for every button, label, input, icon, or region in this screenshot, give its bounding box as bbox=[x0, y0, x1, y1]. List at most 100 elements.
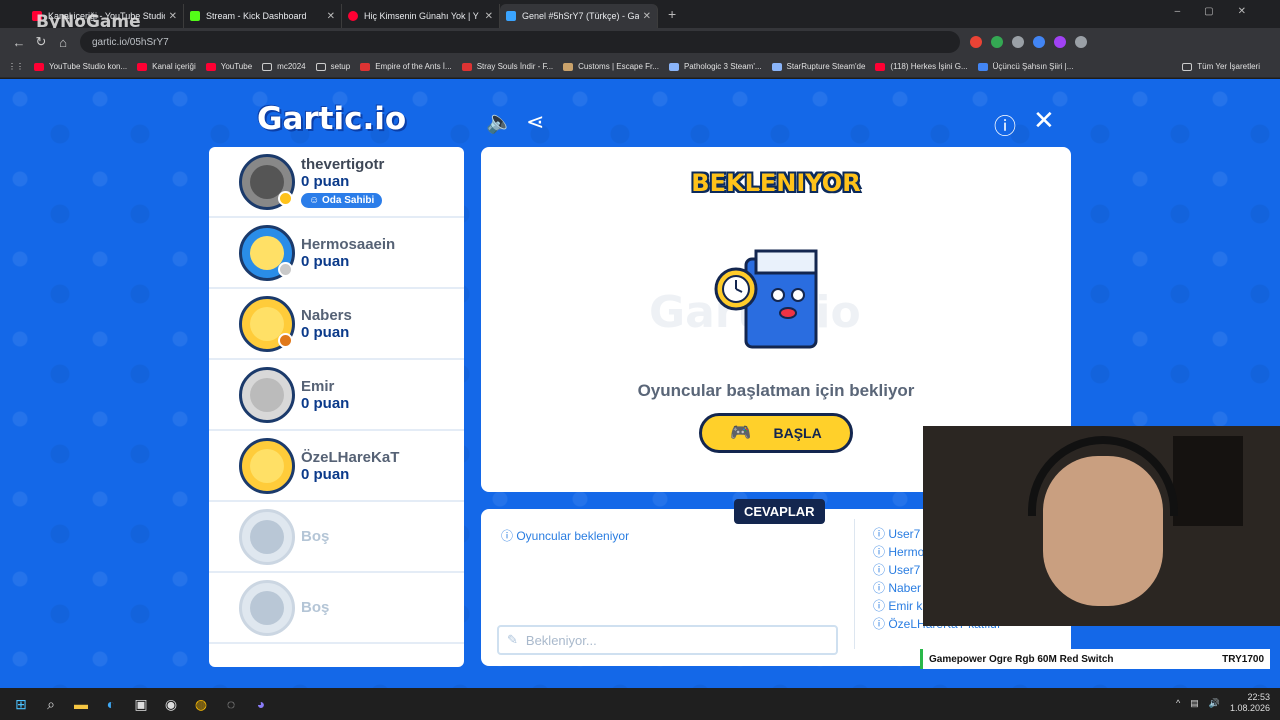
close-icon[interactable]: ✕ bbox=[327, 11, 335, 22]
donation-ticker: Gamepower Ogre Rgb 60M Red Switch TRY170… bbox=[920, 649, 1270, 669]
start-icon[interactable]: ⊞ bbox=[6, 688, 36, 720]
search-icon[interactable]: ⌕ bbox=[36, 688, 66, 720]
bookmark-label: Kanal içeriği bbox=[152, 62, 196, 71]
chevron-up-icon[interactable]: ^ bbox=[1176, 698, 1180, 708]
kick-icon bbox=[190, 11, 200, 21]
sound-icon[interactable]: 🔈 bbox=[486, 109, 513, 135]
player-list: thevertigotr 0 puan ☺ Oda Sahibi Hermosaae… bbox=[209, 147, 464, 667]
close-icon[interactable]: ✕ bbox=[1033, 105, 1055, 136]
bookmark-item[interactable]: Customs | Escape Fr... bbox=[563, 62, 659, 71]
chat-placeholder: Bekleniyor... bbox=[525, 632, 597, 648]
discord-icon[interactable]: ◕ bbox=[246, 688, 276, 720]
mascot-illustration bbox=[714, 249, 818, 349]
folder-icon[interactable]: ▬ bbox=[66, 688, 96, 720]
bookmark-item[interactable]: Stray Souls İndir - F... bbox=[461, 62, 554, 71]
close-icon[interactable]: ✕ bbox=[643, 11, 651, 22]
webcam-overlay bbox=[923, 426, 1280, 626]
extension-icon[interactable] bbox=[1012, 36, 1024, 48]
tab-title: Hiç Kimsenin Günahı Yok | Y bbox=[364, 11, 479, 21]
avatar bbox=[239, 224, 295, 281]
bookmark-folder[interactable]: setup bbox=[315, 62, 350, 71]
answer-text: Emir k bbox=[888, 599, 923, 613]
browser-tab-active[interactable]: Genel #5hSrY7 (Türkçe) - Gartic ✕ bbox=[500, 4, 658, 28]
url-input[interactable]: gartic.io/05hSrY7 bbox=[80, 31, 960, 53]
app-icon[interactable]: ◌ bbox=[216, 688, 246, 720]
player-points: 0 puan bbox=[301, 252, 350, 270]
player-row[interactable]: Emir 0 puan bbox=[209, 360, 464, 431]
bookmark-item[interactable]: YouTube Studio kon... bbox=[34, 62, 127, 71]
browser-tab-bar: Kanal içeriği - YouTube Studio ✕ Stream -… bbox=[0, 0, 1280, 28]
steam-icon[interactable]: ◉ bbox=[156, 688, 186, 720]
browser-tab[interactable]: Stream - Kick Dashboard ✕ bbox=[184, 4, 342, 28]
bookmark-label: YouTube Studio kon... bbox=[49, 62, 128, 71]
extension-icon[interactable] bbox=[991, 36, 1003, 48]
share-icon[interactable]: ⋖ bbox=[526, 109, 544, 135]
start-label: BAŞLA bbox=[773, 425, 822, 441]
player-row[interactable]: thevertigotr 0 puan ☺ Oda Sahibi bbox=[209, 147, 464, 218]
player-row[interactable]: ÖzeLHareKaT 0 puan bbox=[209, 431, 464, 502]
media-icon bbox=[348, 11, 358, 21]
bookmark-label: StarRupture Steam'de bbox=[786, 62, 866, 71]
player-points: 0 puan bbox=[301, 465, 350, 483]
avatar bbox=[239, 153, 295, 210]
avatar bbox=[239, 366, 295, 423]
bookmark-label: Empire of the Ants İ... bbox=[375, 62, 452, 71]
start-button[interactable]: 🎮 BAŞLA bbox=[699, 413, 853, 453]
info-icon[interactable]: ⓘ bbox=[994, 109, 1016, 141]
store-icon[interactable]: ▣ bbox=[126, 688, 156, 720]
status-title: BEKLENIYOR bbox=[691, 169, 861, 197]
player-points: 0 puan bbox=[301, 172, 350, 190]
back-icon[interactable]: ← bbox=[8, 35, 30, 50]
extension-icon[interactable] bbox=[970, 36, 982, 48]
ticker-price: TRY1700 bbox=[1222, 653, 1264, 665]
bookmarks-bar: ⋮⋮ YouTube Studio kon... Kanal içeriği Y… bbox=[0, 56, 1280, 78]
bookmark-item[interactable]: Empire of the Ants İ... bbox=[360, 62, 452, 71]
player-points: 0 puan bbox=[301, 323, 350, 341]
window-controls[interactable]: –▢✕ bbox=[1175, 6, 1270, 17]
avatar bbox=[239, 295, 295, 352]
player-row[interactable]: Hermosaaein 0 puan bbox=[209, 218, 464, 289]
bookmark-item[interactable]: YouTube bbox=[205, 62, 252, 71]
network-icon[interactable]: ▤ bbox=[1190, 698, 1199, 709]
browser-tab[interactable]: Hiç Kimsenin Günahı Yok | Y ✕ bbox=[342, 4, 500, 28]
tab-title: Stream - Kick Dashboard bbox=[206, 11, 307, 21]
gamepad-icon: 🎮 bbox=[730, 423, 752, 442]
bookmark-item[interactable]: StarRupture Steam'de bbox=[771, 62, 866, 71]
bookmark-folder[interactable]: mc2024 bbox=[262, 62, 306, 71]
bookmark-label: Stray Souls İndir - F... bbox=[476, 62, 554, 71]
clock[interactable]: 22:53 1.08.2026 bbox=[1230, 692, 1270, 714]
bookmark-label: Üçüncü Şahsın Şiiri |... bbox=[992, 62, 1074, 71]
close-icon[interactable]: ✕ bbox=[169, 11, 177, 22]
answer-text: User7 bbox=[888, 527, 921, 541]
clock-date: 1.08.2026 bbox=[1229, 703, 1270, 713]
screen: Kanal içeriği - YouTube Studio ✕ Stream -… bbox=[0, 0, 1280, 720]
apps-icon[interactable]: ⋮⋮ bbox=[8, 62, 24, 71]
close-icon[interactable]: ✕ bbox=[485, 11, 493, 22]
bookmark-item[interactable]: Kanal içeriği bbox=[137, 62, 196, 71]
taskbar: ⊞ ⌕ ▬ ◐ ▣ ◉ ◍ ◌ ◕ ^ ▤ 🔊 22:53 1.08.2026 bbox=[0, 688, 1280, 720]
volume-icon[interactable]: 🔊 bbox=[1209, 698, 1220, 709]
home-icon[interactable]: ⌂ bbox=[52, 35, 74, 50]
profile-icon[interactable] bbox=[1075, 36, 1087, 48]
bookmark-item[interactable]: Üçüncü Şahsın Şiiri |... bbox=[977, 62, 1074, 71]
bookmark-item[interactable]: (118) Herkes İşini G... bbox=[875, 62, 968, 71]
edge-icon[interactable]: ◐ bbox=[96, 688, 126, 720]
tab-answers[interactable]: CEVAPLAR bbox=[734, 499, 825, 524]
player-name: Hermosaaein bbox=[301, 235, 396, 253]
extension-icon[interactable] bbox=[1054, 36, 1066, 48]
answer-text: Hermo bbox=[888, 545, 925, 559]
player-row[interactable]: Nabers 0 puan bbox=[209, 289, 464, 360]
extensions bbox=[970, 36, 1087, 48]
ticker-product: Gamepower Ogre Rgb 60M Red Switch bbox=[929, 653, 1114, 665]
empty-avatar bbox=[239, 508, 295, 565]
extension-icon[interactable] bbox=[1033, 36, 1045, 48]
bookmark-label: mc2024 bbox=[277, 62, 306, 71]
new-tab-button[interactable]: + bbox=[668, 6, 676, 22]
slot-label: Boş bbox=[301, 528, 330, 545]
all-bookmarks[interactable]: Tüm Yer İşaretleri bbox=[1182, 62, 1260, 71]
reload-icon[interactable]: ↻ bbox=[30, 34, 52, 50]
chrome-icon[interactable]: ◍ bbox=[186, 688, 216, 720]
tab-title: Genel #5hSrY7 (Türkçe) - Gartic bbox=[522, 11, 639, 21]
bookmark-item[interactable]: Pathologic 3 Steam'... bbox=[668, 62, 762, 71]
chat-input[interactable]: ✎ Bekleniyor... bbox=[497, 625, 838, 655]
